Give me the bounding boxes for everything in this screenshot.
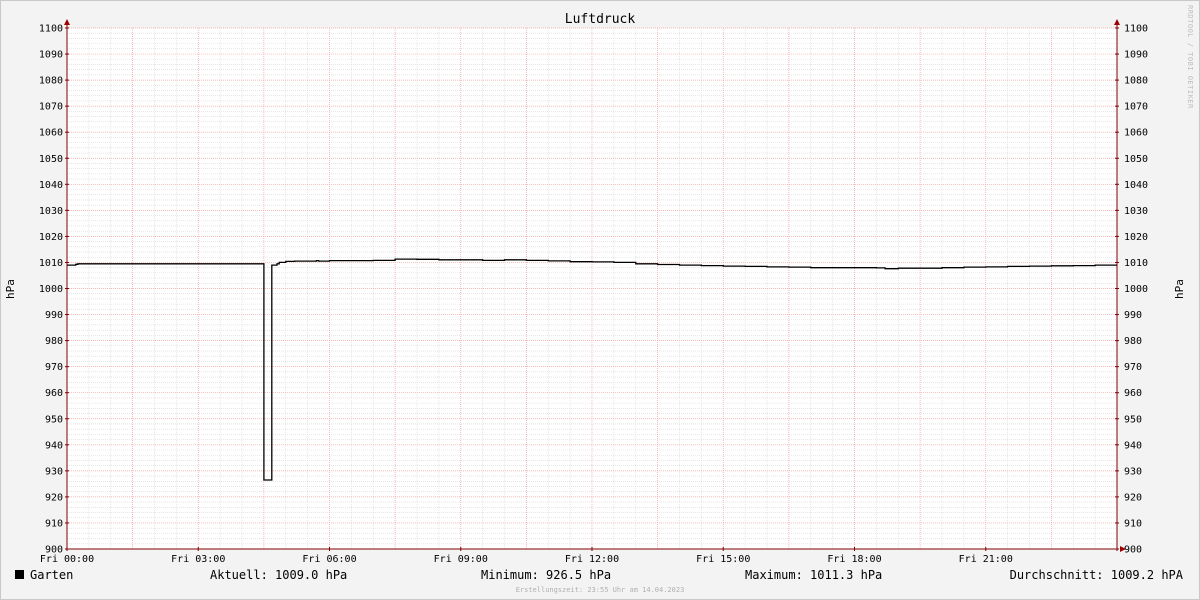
x-tick-label: Fri 21:00: [959, 554, 1013, 565]
y-tick-label-right: 1080: [1124, 76, 1148, 87]
legend-current: Aktuell: 1009.0 hPa: [210, 568, 347, 582]
legend-average: Durchschnitt: 1009.2 hPA: [1010, 568, 1184, 582]
y-tick-label-right: 900: [1124, 545, 1142, 556]
watermark: RRDTOOL / TOBI OETIKER: [1186, 5, 1194, 109]
y-tick-label-left: 990: [45, 310, 63, 321]
y-tick-label-right: 990: [1124, 310, 1142, 321]
y-tick-label-left: 1030: [39, 206, 63, 217]
y-tick-label-right: 910: [1124, 518, 1142, 529]
legend-minimum: Minimum: 926.5 hPa: [481, 568, 611, 582]
x-tick-label: Fri 12:00: [565, 554, 619, 565]
y-tick-label-left: 930: [45, 466, 63, 477]
y-tick-label-right: 960: [1124, 388, 1142, 399]
chart-root: 900 910 920 930 940 950 960 970 980 990 1000 1010 10…: [0, 0, 1200, 600]
chart-svg: 900 910 920 930 940 950 960 970 980 990 1000 1010 10…: [0, 0, 1200, 600]
y-tick-label-left: 980: [45, 336, 63, 347]
x-tick-label: Fri 06:00: [302, 554, 356, 565]
x-tick-label: Fri 00:00: [40, 554, 94, 565]
y-tick-label-right: 1060: [1124, 128, 1148, 139]
y-tick-label-left: 1080: [39, 76, 63, 87]
y-tick-label-left: 970: [45, 362, 63, 373]
y-tick-label-left: 1000: [39, 284, 63, 295]
y-tick-label-left: 1070: [39, 102, 63, 113]
y-tick-label-left: 1090: [39, 50, 63, 61]
y-tick-label-left: 1010: [39, 258, 63, 269]
y-tick-label-left: 1040: [39, 180, 63, 191]
y-axis-label-right: hPa: [1173, 279, 1186, 299]
y-tick-label-left: 1060: [39, 128, 63, 139]
y-tick-label-left: 920: [45, 492, 63, 503]
y-axis-label-left: hPa: [4, 279, 17, 299]
y-tick-label-right: 1030: [1124, 206, 1148, 217]
y-tick-label-right: 1000: [1124, 284, 1148, 295]
y-tick-label-left: 1050: [39, 154, 63, 165]
y-tick-label-left: 910: [45, 518, 63, 529]
x-tick-label: Fri 03:00: [171, 554, 225, 565]
legend-maximum: Maximum: 1011.3 hPa: [745, 568, 882, 582]
y-tick-label-right: 940: [1124, 440, 1142, 451]
y-tick-label-right: 970: [1124, 362, 1142, 373]
y-tick-label-right: 980: [1124, 336, 1142, 347]
y-tick-label-right: 1020: [1124, 232, 1148, 243]
y-tick-label-right: 1050: [1124, 154, 1148, 165]
chart-title: Luftdruck: [565, 12, 636, 27]
y-tick-label-right: 920: [1124, 492, 1142, 503]
x-tick-label: Fri 15:00: [696, 554, 750, 565]
y-tick-label-right: 1090: [1124, 50, 1148, 61]
y-tick-label-left: 940: [45, 440, 63, 451]
legend-series-name: Garten: [30, 568, 73, 582]
y-tick-label-right: 950: [1124, 414, 1142, 425]
footer-timestamp: Erstellungszeit: 23:55 Uhr am 14.04.2023: [516, 586, 685, 594]
y-tick-label-left: 950: [45, 414, 63, 425]
y-tick-label-right: 1010: [1124, 258, 1148, 269]
legend-swatch: [15, 570, 24, 579]
y-tick-label-right: 1100: [1124, 24, 1148, 35]
y-tick-label-left: 960: [45, 388, 63, 399]
x-tick-label: Fri 09:00: [434, 554, 488, 565]
y-tick-label-right: 1070: [1124, 102, 1148, 113]
x-tick-label: Fri 18:00: [827, 554, 881, 565]
y-tick-label-left: 1020: [39, 232, 63, 243]
y-tick-label-right: 930: [1124, 466, 1142, 477]
y-tick-label-right: 1040: [1124, 180, 1148, 191]
y-tick-label-left: 1100: [39, 24, 63, 35]
